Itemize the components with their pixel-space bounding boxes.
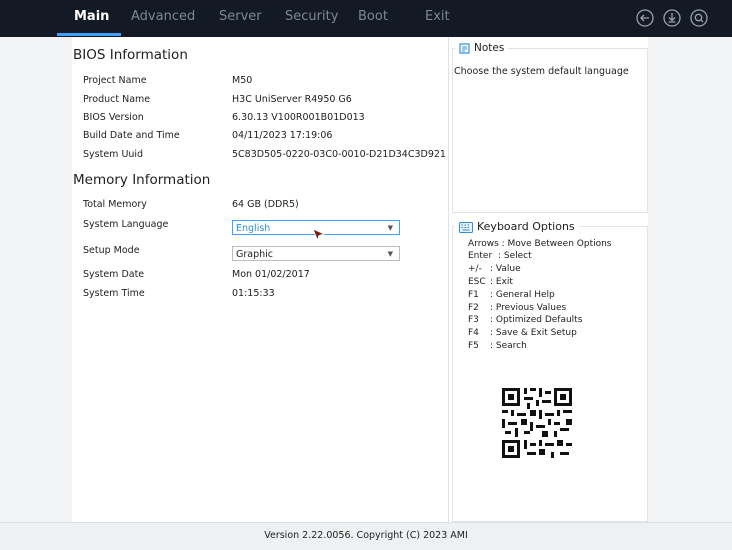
kb-line-esc: ESC : Exit (468, 277, 513, 287)
project-name-label: Project Name (83, 75, 147, 86)
panel-divider (448, 37, 449, 522)
setup-mode-label: Setup Mode (83, 245, 140, 256)
system-uuid-value: 5C83D505-0220-03C0-0010-D21D34C3D921 (232, 149, 446, 160)
kb-desc: : Value (490, 264, 521, 274)
system-uuid-label: System Uuid (83, 149, 144, 160)
keyboard-options-header: Keyboard Options (455, 220, 579, 233)
kb-desc: : Optimized Defaults (490, 315, 583, 325)
note-icon (459, 42, 470, 54)
system-language-value: English (236, 223, 271, 234)
bios-version-value: 6.30.13 V100R001B01D013 (232, 112, 365, 123)
build-date-label: Build Date and Time (83, 130, 180, 141)
kb-line-enter: Enter : Select (468, 251, 532, 261)
notes-text: Choose the system default language (454, 66, 629, 77)
kb-desc: : Select (498, 251, 532, 261)
kb-line-f3: F3 : Optimized Defaults (468, 315, 582, 325)
kb-key: F3 (468, 315, 479, 325)
build-date-value: 04/11/2023 17:19:06 (232, 130, 333, 141)
tab-boot[interactable]: Boot (358, 9, 388, 24)
top-menu-bar: Main Advanced Server Security Boot Exit (0, 0, 732, 37)
setup-mode-select[interactable]: Graphic ▼ (232, 246, 400, 261)
system-time-label: System Time (83, 288, 145, 299)
kb-line-arrows: Arrows : Move Between Options (468, 239, 612, 249)
keyboard-icon (459, 221, 473, 233)
notes-header: Notes (455, 42, 509, 54)
product-name-label: Product Name (83, 94, 151, 105)
tab-server[interactable]: Server (219, 9, 262, 24)
bios-version-label: BIOS Version (83, 112, 144, 123)
memory-info-title: Memory Information (73, 172, 211, 188)
bios-info-title: BIOS Information (73, 47, 188, 63)
tab-main[interactable]: Main (74, 9, 109, 24)
kb-line-f4: F4 : Save & Exit Setup (468, 328, 577, 338)
kb-key: F4 (468, 328, 479, 338)
kb-desc: : Save & Exit Setup (490, 328, 577, 338)
kb-line-value: +/- : Value (468, 264, 521, 274)
footer-version: Version 2.22.0056. Copyright (C) 2023 AM… (0, 522, 732, 550)
system-date-label: System Date (83, 269, 145, 280)
total-memory-label: Total Memory (83, 199, 147, 210)
kb-key: Enter (468, 251, 493, 261)
qr-code-icon (497, 383, 577, 463)
kb-line-f5: F5 : Search (468, 341, 527, 351)
kb-line-f2: F2 : Previous Values (468, 303, 566, 313)
total-memory-value: 64 GB (DDR5) (232, 199, 299, 210)
kb-key: Arrows (468, 239, 499, 249)
kb-key: F2 (468, 303, 479, 313)
mouse-cursor-icon (312, 228, 326, 242)
save-icon[interactable] (662, 8, 682, 28)
left-margin (0, 37, 72, 522)
kb-key: ESC (468, 277, 486, 287)
back-icon[interactable] (635, 8, 655, 28)
notes-title: Notes (474, 42, 505, 54)
kb-key: F5 (468, 341, 479, 351)
kb-desc: : Move Between Options (501, 239, 612, 249)
kb-line-f1: F1 : General Help (468, 290, 555, 300)
project-name-value: M50 (232, 75, 253, 86)
tab-advanced[interactable]: Advanced (131, 9, 195, 24)
kb-desc: : General Help (490, 290, 555, 300)
kb-desc: : Previous Values (490, 303, 567, 313)
active-tab-indicator (57, 33, 121, 36)
system-time-value[interactable]: 01:15:33 (232, 288, 275, 299)
chevron-down-icon: ▼ (387, 224, 393, 232)
system-language-label: System Language (83, 219, 169, 230)
tab-security[interactable]: Security (285, 9, 338, 24)
chevron-down-icon: ▼ (387, 250, 393, 258)
search-icon[interactable] (689, 8, 709, 28)
kb-key: F1 (468, 290, 479, 300)
kb-desc: : Search (490, 341, 527, 351)
keyboard-options-title: Keyboard Options (477, 220, 575, 233)
kb-desc: : Exit (490, 277, 513, 287)
right-margin (648, 37, 732, 522)
kb-key: +/- (468, 264, 482, 274)
system-date-value[interactable]: Mon 01/02/2017 (232, 269, 310, 280)
setup-mode-value: Graphic (236, 249, 274, 260)
tab-exit[interactable]: Exit (425, 9, 450, 24)
product-name-value: H3C UniServer R4950 G6 (232, 94, 352, 105)
